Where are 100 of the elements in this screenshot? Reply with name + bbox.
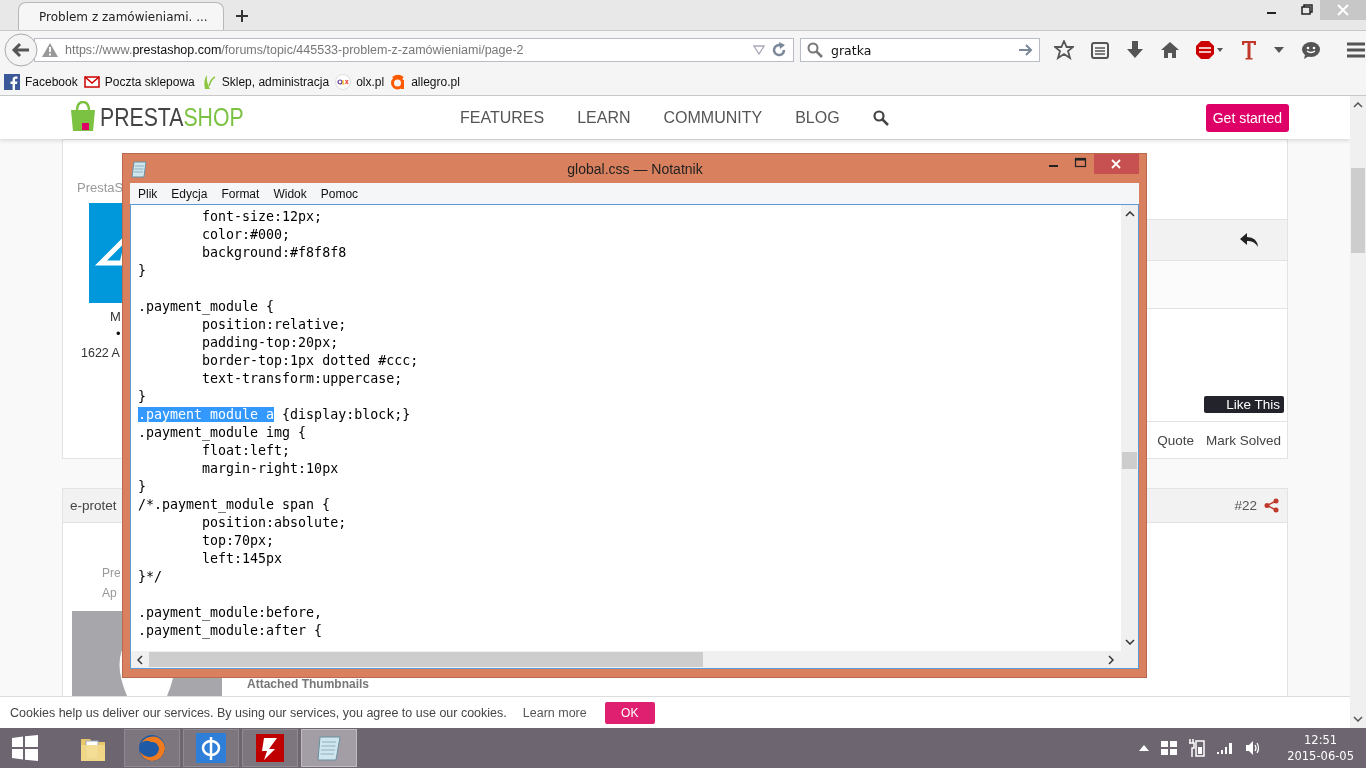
signal-icon[interactable] xyxy=(1217,742,1234,754)
notepad-icon xyxy=(131,159,147,178)
code-line: font-size:12px; xyxy=(201,208,324,226)
code-line: .payment_module { xyxy=(138,298,276,316)
scrollbar-thumb[interactable] xyxy=(1122,452,1137,469)
ok-button[interactable]: OK xyxy=(604,701,655,724)
post-count: 1622 A xyxy=(81,346,120,360)
code-line: } xyxy=(138,478,147,496)
scroll-left-icon[interactable] xyxy=(137,654,143,665)
code-line: position:relative; xyxy=(201,316,348,334)
action-link[interactable]: Quote xyxy=(1157,432,1194,448)
clock-time: 12:51 xyxy=(1304,732,1338,748)
globe-icon xyxy=(137,733,167,763)
code-line: .payment_module img { xyxy=(138,424,308,442)
code-line: padding-top:20px; xyxy=(201,334,340,352)
bookmark-link[interactable]: Poczta sklepowa xyxy=(83,74,195,90)
search-icon[interactable] xyxy=(872,109,889,126)
bookmark-link[interactable]: olx.pl xyxy=(335,74,385,90)
code-line: .payment_module:after { xyxy=(138,622,324,640)
scroll-right-icon[interactable] xyxy=(1108,654,1114,665)
caret-icon[interactable] xyxy=(1274,47,1284,53)
scroll-up-icon[interactable] xyxy=(1124,211,1135,217)
bookmark-link[interactable]: Facebook xyxy=(4,74,78,90)
warning-icon xyxy=(41,42,59,58)
nav-link[interactable]: COMMUNITY xyxy=(663,108,763,127)
scrollbar-thumb[interactable] xyxy=(149,652,703,667)
scroll-up-icon[interactable] xyxy=(1353,102,1363,108)
window-title: global.css — Notatnik xyxy=(567,160,703,177)
menu-icon[interactable] xyxy=(1346,41,1366,59)
bookmark-link[interactable]: Sklep, administracja xyxy=(200,74,330,90)
scrollbar[interactable] xyxy=(1350,96,1366,728)
scroll-down-icon[interactable] xyxy=(1124,639,1135,645)
taskbar-button[interactable] xyxy=(242,729,298,767)
close-icon[interactable] xyxy=(1094,154,1139,174)
menu-item[interactable]: Plik xyxy=(138,186,158,201)
go-arrow-icon[interactable] xyxy=(1019,44,1033,56)
clock[interactable]: 12:51 2015-06-05 xyxy=(1273,732,1366,764)
reply-icon[interactable] xyxy=(1239,232,1259,248)
scroll-down-icon[interactable] xyxy=(1353,716,1363,722)
nav-link[interactable]: BLOG xyxy=(795,108,840,127)
smiley-icon[interactable] xyxy=(1301,41,1321,59)
menu-item[interactable]: Widok xyxy=(273,186,307,201)
code-line: margin-right:10px xyxy=(201,460,340,478)
serif-t-icon[interactable] xyxy=(1241,40,1257,60)
code-line: .payment_module:before, xyxy=(138,604,324,622)
download-icon[interactable] xyxy=(1126,41,1144,59)
nav-link[interactable]: LEARN xyxy=(577,108,631,127)
vertical-scrollbar[interactable] xyxy=(1121,205,1138,651)
horizontal-scrollbar[interactable] xyxy=(131,651,1138,668)
list-icon[interactable] xyxy=(1091,41,1109,59)
code-line: border-top:1px dotted #ccc; xyxy=(201,352,420,370)
search-icon xyxy=(807,42,823,58)
taskbar-button[interactable] xyxy=(183,729,239,767)
circle-logo-icon xyxy=(335,74,352,90)
cookie-text: Cookies help us deliver our services. By using our services, you agree to use our cookies. xyxy=(10,705,507,720)
code-line: } xyxy=(138,388,147,406)
bookmark-link[interactable]: allegro.pl xyxy=(390,74,460,90)
star-icon[interactable] xyxy=(1054,40,1074,60)
code-line: text-transform:uppercase; xyxy=(201,370,404,388)
menu-item[interactable]: Edycja xyxy=(171,186,208,201)
learn-more-link[interactable]: Learn more xyxy=(522,705,587,720)
speaker-icon[interactable] xyxy=(1245,740,1262,756)
post-number-link[interactable]: #22 xyxy=(1234,498,1257,513)
code-line: background:#f8f8f8 xyxy=(201,244,348,262)
start-icon[interactable] xyxy=(12,735,38,761)
reload-icon[interactable] xyxy=(771,42,787,58)
code-line: position:absolute; xyxy=(201,514,348,532)
bullet-text: • xyxy=(116,326,121,341)
stop-sign-icon[interactable] xyxy=(1196,41,1224,59)
author-name[interactable]: e-protet xyxy=(70,498,117,513)
url-text: https://www.prestashop.com/forums/topic/445533-problem-z-zamówieniami/page-2 xyxy=(65,43,525,57)
chevron-up-icon[interactable] xyxy=(1139,745,1150,751)
browser-tab[interactable]: Problem z zamówieniami. ... xyxy=(18,2,224,30)
back-icon[interactable] xyxy=(4,33,38,67)
envelope-icon xyxy=(83,74,100,90)
share-icon[interactable] xyxy=(1264,498,1279,513)
get-started-button[interactable]: Get started xyxy=(1205,103,1289,132)
code-line: }*/ xyxy=(138,568,164,586)
code-line: top:70px; xyxy=(201,532,276,550)
clock-date: 2015-06-05 xyxy=(1287,748,1354,764)
like-button[interactable]: Like This xyxy=(1204,396,1284,413)
flag-icon[interactable] xyxy=(1161,741,1178,755)
menu-item[interactable]: Pomoc xyxy=(320,186,359,201)
phi-icon xyxy=(196,733,226,763)
member-title: Pre xyxy=(102,565,121,582)
code-line: /*.payment_module span { xyxy=(138,496,332,514)
notepad-icon xyxy=(314,733,344,763)
search-field[interactable]: gratka xyxy=(800,38,1040,62)
lightning-icon xyxy=(255,733,285,763)
home-icon[interactable] xyxy=(1161,41,1179,59)
code-line: } xyxy=(138,262,147,280)
scrollbar-thumb[interactable] xyxy=(1351,168,1365,253)
action-link[interactable]: Mark Solved xyxy=(1205,432,1281,448)
address-field[interactable]: https://www.prestashop.com/forums/topic/445533-problem-z-zamówieniami/page-2 xyxy=(34,38,794,62)
new-tab-icon[interactable] xyxy=(236,10,248,22)
battery-plug-icon[interactable] xyxy=(1189,739,1206,757)
menu-item[interactable]: Format xyxy=(221,186,260,201)
logo-text[interactable]: PRESTASHOP xyxy=(100,103,244,132)
nav-link[interactable]: FEATURES xyxy=(460,108,545,127)
code-line: color:#000; xyxy=(201,226,292,244)
